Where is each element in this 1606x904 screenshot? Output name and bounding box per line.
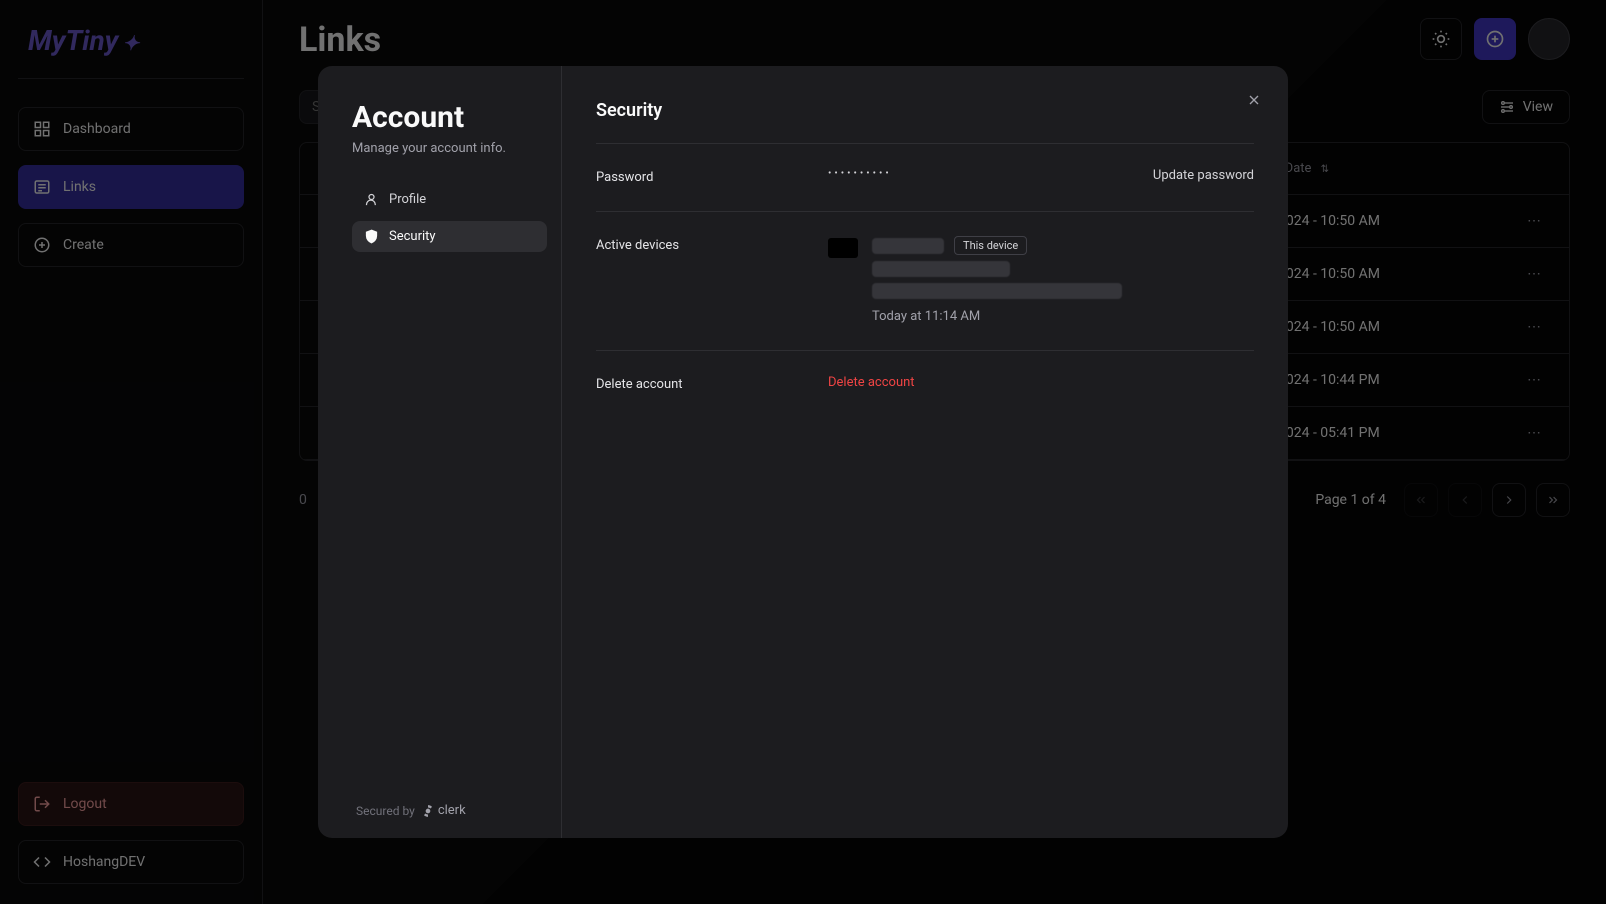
delete-account-row: Delete account Delete account	[596, 375, 1254, 392]
this-device-badge: This device	[954, 236, 1027, 255]
modal-nav-profile[interactable]: Profile	[352, 184, 547, 215]
password-label: Password	[596, 168, 828, 185]
clerk-text: clerk	[438, 803, 466, 818]
modal-nav-label: Profile	[389, 192, 426, 207]
clerk-logo[interactable]: clerk	[421, 803, 466, 818]
modal-nav-label: Security	[389, 229, 436, 244]
section-title: Security	[596, 100, 1254, 121]
delete-account-button[interactable]: Delete account	[828, 375, 915, 390]
secured-by-text: Secured by	[356, 804, 415, 818]
redacted-device-meta	[872, 283, 1122, 299]
modal-main: Security Password •••••••••• Update pass…	[562, 66, 1288, 838]
password-row: Password •••••••••• Update password	[596, 168, 1254, 185]
modal-sidebar: Account Manage your account info. Profil…	[318, 66, 562, 838]
user-icon	[364, 192, 379, 207]
device-timestamp: Today at 11:14 AM	[872, 309, 1122, 324]
modal-subtitle: Manage your account info.	[352, 141, 547, 156]
close-icon	[1246, 92, 1262, 108]
devices-label: Active devices	[596, 236, 828, 253]
modal-title: Account	[352, 100, 547, 135]
secured-by-badge: Secured by clerk	[352, 803, 547, 818]
password-value: ••••••••••	[828, 168, 892, 179]
modal-nav-security[interactable]: Security	[352, 221, 547, 252]
redacted-device-meta	[872, 261, 1010, 277]
redacted-device-name	[872, 238, 944, 254]
devices-row: Active devices This device Today at 11:1…	[596, 236, 1254, 324]
delete-account-label: Delete account	[596, 375, 828, 392]
shield-icon	[364, 229, 379, 244]
close-button[interactable]	[1240, 86, 1268, 114]
modal-overlay[interactable]: Account Manage your account info. Profil…	[0, 0, 1606, 904]
device-thumbnail-icon	[828, 238, 858, 258]
account-modal: Account Manage your account info. Profil…	[318, 66, 1288, 838]
update-password-button[interactable]: Update password	[1153, 168, 1254, 183]
